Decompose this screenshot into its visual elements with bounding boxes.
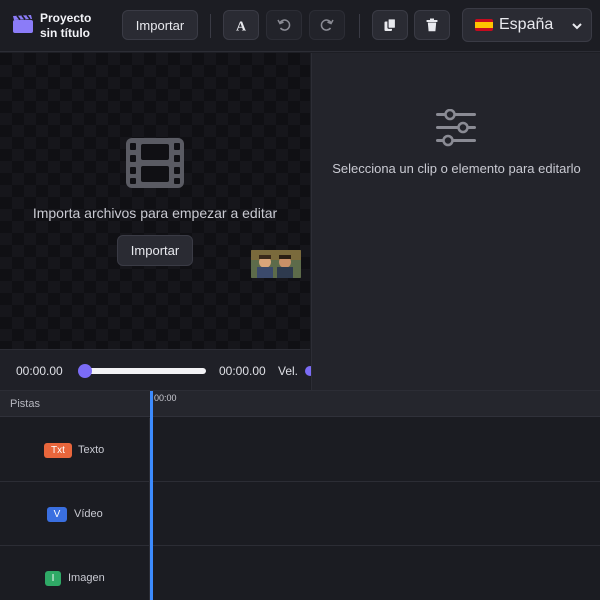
svg-text:A: A [236, 20, 247, 33]
track-tag: I [45, 571, 61, 586]
track-video[interactable]: V Vídeo [0, 482, 600, 546]
clapperboard-logo-icon [13, 15, 33, 33]
toolbar-divider [210, 14, 211, 38]
project-title[interactable]: Proyecto sin título [40, 11, 110, 41]
import-button-toolbar[interactable]: Importar [122, 10, 198, 40]
empty-preview-message: Importa archivos para empezar a editar [32, 205, 278, 221]
playhead[interactable] [150, 391, 153, 600]
trash-icon [426, 18, 438, 32]
properties-empty-message: Selecciona un clip o elemento para edita… [332, 161, 581, 176]
seek-slider-handle[interactable] [78, 364, 92, 378]
undo-button[interactable] [266, 10, 302, 40]
sliders-icon [436, 109, 476, 147]
total-time: 00:00.00 [219, 364, 266, 378]
seek-slider-track[interactable] [82, 368, 206, 374]
redo-icon [320, 19, 334, 31]
current-time: 00:00.00 [16, 364, 63, 378]
language-label: España [499, 16, 554, 33]
track-header: Txt Texto [0, 418, 150, 481]
track-image[interactable]: I Imagen [0, 546, 600, 600]
track-name: Imagen [68, 572, 105, 584]
media-thumbnail[interactable] [251, 250, 301, 278]
timeline: Pistas 00:00 Txt Texto V Vídeo I Imagen [0, 390, 600, 600]
toolbar-divider [359, 14, 360, 38]
duplicate-button[interactable] [372, 10, 408, 40]
track-header: I Imagen [0, 546, 150, 600]
chevron-down-icon [572, 23, 582, 30]
add-text-button[interactable]: A [223, 10, 259, 40]
track-name: Vídeo [74, 508, 103, 520]
speed-label: Vel. [278, 364, 299, 378]
film-icon [126, 138, 184, 188]
track-tag: V [47, 507, 67, 522]
copy-icon [384, 18, 397, 31]
track-tag: Txt [44, 443, 72, 458]
playback-controls: 00:00.00 00:00.00 Vel. [0, 349, 315, 390]
undo-icon [277, 19, 291, 31]
spain-flag-icon [475, 19, 493, 31]
timeline-header: Pistas 00:00 [0, 391, 600, 417]
ruler-tick-label: 00:00 [154, 393, 177, 403]
top-toolbar: Proyecto sin título Importar A España [0, 0, 600, 52]
import-button-preview[interactable]: Importar [117, 235, 193, 266]
delete-button[interactable] [414, 10, 450, 40]
language-select[interactable]: España [462, 8, 592, 42]
video-preview[interactable]: Importa archivos para empezar a editar I… [0, 53, 310, 349]
track-text[interactable]: Txt Texto [0, 418, 600, 482]
track-name: Texto [78, 444, 105, 456]
properties-panel: Selecciona un clip o elemento para edita… [311, 53, 600, 390]
thumbnail-image [251, 250, 301, 278]
redo-button[interactable] [309, 10, 345, 40]
track-header: V Vídeo [0, 482, 150, 545]
text-icon: A [236, 20, 247, 33]
tracks-label: Pistas [10, 398, 40, 410]
